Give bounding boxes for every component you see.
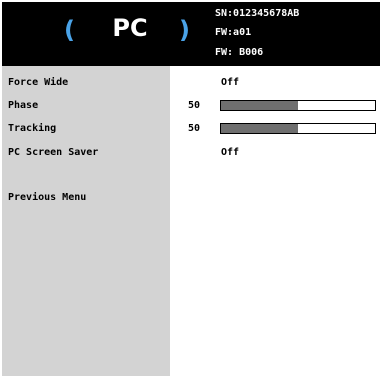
menu-item-tracking[interactable]: Tracking xyxy=(8,123,56,134)
firmware-version-1: FW:a01 xyxy=(215,27,252,38)
menu-labels-panel xyxy=(2,66,170,376)
phase-number: 50 xyxy=(188,100,201,111)
menu-item-phase[interactable]: Phase xyxy=(8,100,38,111)
serial-number: SN:012345678AB xyxy=(215,8,300,19)
tracking-number: 50 xyxy=(188,123,201,134)
pc-menu-window: ( PC ) SN:012345678AB FW:a01 FW: B006 Fo… xyxy=(2,2,380,376)
tracking-slider[interactable] xyxy=(220,123,376,134)
phase-slider-fill xyxy=(221,101,298,110)
menu-values-panel xyxy=(170,66,380,376)
title-paren-right: ) xyxy=(179,16,190,44)
menu-item-force-wide[interactable]: Force Wide xyxy=(8,77,68,88)
tracking-slider-fill xyxy=(221,124,298,133)
menu-item-pc-screen-saver[interactable]: PC Screen Saver xyxy=(8,147,98,158)
menu-header: ( PC ) SN:012345678AB FW:a01 FW: B006 xyxy=(2,2,380,66)
pc-screen-saver-value[interactable]: Off xyxy=(221,147,239,158)
title-paren-left: ( xyxy=(64,16,75,44)
phase-slider[interactable] xyxy=(220,100,376,111)
menu-item-previous-menu[interactable]: Previous Menu xyxy=(8,192,86,203)
menu-title: PC xyxy=(112,14,148,42)
firmware-version-2: FW: B006 xyxy=(215,47,264,58)
force-wide-value[interactable]: Off xyxy=(221,77,239,88)
